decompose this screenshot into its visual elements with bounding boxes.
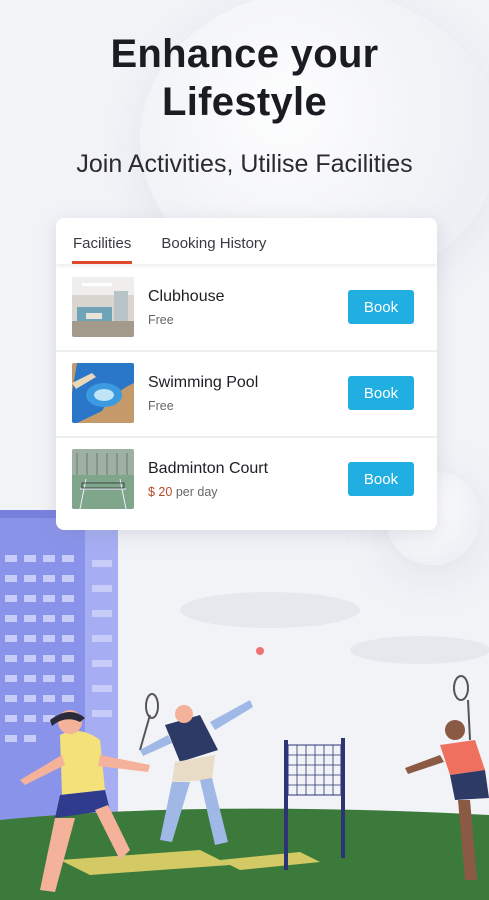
tab-facilities[interactable]: Facilities [71,235,133,264]
shuttlecock-illustration [256,647,264,655]
facilities-card: Facilities Booking History Clubhouse Fre… [56,218,437,530]
pool-photo-icon [72,363,134,423]
tab-bar: Facilities Booking History [56,218,437,264]
facility-price-unit: per day [175,484,218,499]
book-button[interactable]: Book [348,290,414,324]
facility-name: Swimming Pool [148,373,259,391]
court-photo-icon [72,449,134,509]
page-title: Enhance your Lifestyle [0,30,489,126]
facility-price: Free [148,398,174,413]
facility-price: Free [148,312,174,327]
clubhouse-photo-icon [72,277,134,337]
book-button[interactable]: Book [348,462,414,496]
book-button[interactable]: Book [348,376,414,410]
facility-name: Clubhouse [148,287,225,305]
facility-name: Badminton Court [148,459,269,477]
title-line-2: Lifestyle [162,80,327,124]
badminton-illustration [0,510,489,900]
facility-price: $ 20 per day [148,485,348,499]
facility-row-badminton-court[interactable]: Badminton Court $ 20 per day Book [56,436,437,522]
facility-price-amount: $ 20 [148,484,173,499]
facility-row-clubhouse[interactable]: Clubhouse Free Book [56,264,437,350]
page-subtitle: Join Activities, Utilise Facilities [76,150,413,178]
tab-booking-history[interactable]: Booking History [161,235,266,264]
title-line-1: Enhance your [110,32,379,76]
facility-row-swimming-pool[interactable]: Swimming Pool Free Book [56,350,437,436]
